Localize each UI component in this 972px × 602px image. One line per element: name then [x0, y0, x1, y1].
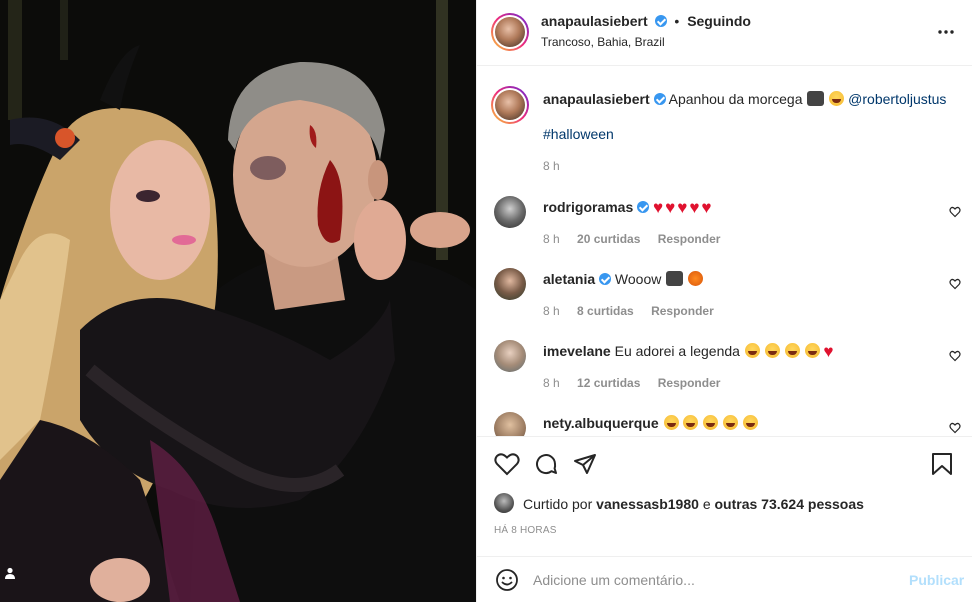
like-comment-heart-icon[interactable] — [949, 422, 961, 434]
commenter-avatar[interactable] — [494, 340, 526, 372]
comment-timestamp[interactable]: 8 h — [543, 376, 560, 390]
commenter-avatar[interactable] — [494, 412, 526, 436]
publish-button[interactable]: Publicar — [909, 572, 964, 588]
liked-by-username[interactable]: vanessasb1980 — [596, 496, 699, 512]
laughing-emoji-icon — [804, 343, 820, 358]
pumpkin-emoji-icon — [688, 271, 704, 286]
like-button[interactable] — [493, 450, 521, 478]
bat-emoji-icon — [666, 271, 684, 286]
caption-text: Apanhou da morcega — [668, 91, 803, 107]
caption-username[interactable]: anapaulasiebert — [543, 91, 650, 107]
bat-emoji-icon — [807, 91, 825, 106]
following-button[interactable]: Seguindo — [687, 13, 751, 29]
user-tag-icon — [5, 567, 15, 579]
verified-badge-icon — [653, 93, 666, 105]
laughing-emoji-icon — [744, 343, 760, 358]
commenter-avatar[interactable] — [494, 196, 526, 228]
like-comment-heart-icon[interactable] — [949, 350, 961, 362]
comment-likes[interactable]: 8 curtidas — [577, 304, 634, 318]
liked-by-label: Curtido por — [523, 496, 593, 512]
post-header: anapaulasiebert • Seguindo Trancoso, Bah… — [477, 0, 972, 66]
author-username[interactable]: anapaulasiebert — [541, 13, 648, 29]
verified-badge-icon — [654, 15, 667, 27]
author-avatar[interactable] — [491, 13, 529, 51]
commenter-avatar[interactable] — [494, 268, 526, 300]
red-heart-emoji-icon: ♥ — [665, 198, 676, 217]
laughing-emoji-icon — [743, 415, 759, 430]
instagram-post-modal: anapaulasiebert • Seguindo Trancoso, Bah… — [0, 0, 972, 602]
red-heart-emoji-icon: ♥ — [677, 198, 688, 217]
red-heart-emoji-icon: ♥ — [701, 198, 712, 217]
like-comment-heart-icon[interactable] — [949, 278, 961, 290]
verified-badge-icon — [637, 201, 650, 213]
comment-username[interactable]: nety.albuquerque — [543, 415, 659, 431]
tagged-users-button[interactable] — [4, 567, 24, 587]
bookmark-icon — [932, 453, 952, 475]
post-location[interactable]: Trancoso, Bahia, Brazil — [541, 35, 665, 49]
comment-username[interactable]: aletania — [543, 271, 595, 287]
red-heart-emoji-icon: ♥ — [653, 198, 664, 217]
laughing-emoji-icon — [703, 415, 719, 430]
red-heart-emoji-icon: ♥ — [823, 342, 834, 361]
comment-input[interactable] — [533, 570, 893, 590]
laughing-emoji-icon — [723, 415, 739, 430]
liker-avatar[interactable] — [494, 493, 514, 513]
comment-username[interactable]: rodrigoramas — [543, 199, 633, 215]
comment-composer: Publicar — [477, 556, 972, 602]
like-comment-heart-icon[interactable] — [949, 206, 961, 218]
comment-username[interactable]: imevelane — [543, 343, 611, 359]
caption-timestamp[interactable]: 8 h — [543, 159, 560, 173]
laughing-emoji-icon — [683, 415, 699, 430]
emoji-button[interactable] — [493, 566, 521, 594]
verified-badge-icon — [599, 273, 612, 285]
laughing-emoji-icon — [764, 343, 780, 358]
send-icon — [574, 454, 596, 474]
comment-icon — [536, 454, 557, 475]
heart-outline-icon — [494, 453, 520, 476]
comment-text: Eu adorei a legenda — [614, 343, 740, 359]
comment-timestamp[interactable]: 8 h — [543, 232, 560, 246]
reply-button[interactable]: Responder — [658, 376, 721, 390]
comment-likes[interactable]: 20 curtidas — [577, 232, 640, 246]
share-button[interactable] — [571, 450, 599, 478]
photo-illustration — [0, 0, 476, 602]
separator-dot: • — [674, 13, 680, 29]
comment-button[interactable] — [532, 450, 560, 478]
comment-likes[interactable]: 12 curtidas — [577, 376, 640, 390]
caption-hashtag-link[interactable]: #halloween — [543, 126, 614, 142]
post-details-panel: anapaulasiebert • Seguindo Trancoso, Bah… — [476, 0, 972, 602]
reply-button[interactable]: Responder — [658, 232, 721, 246]
comment-text: ♥ ♥ ♥ ♥ ♥ — [653, 198, 713, 217]
laughing-emoji-icon — [784, 343, 800, 358]
comments-list[interactable]: anapaulasiebert Apanhou da morcega @robe… — [477, 66, 972, 436]
save-button[interactable] — [928, 450, 956, 478]
laughing-emoji-icon — [663, 415, 679, 430]
caption-author-avatar[interactable] — [491, 86, 529, 124]
caption-mention-link[interactable]: @robertoljustus — [848, 91, 946, 107]
laughing-emoji-icon — [829, 91, 845, 106]
emoji-icon — [496, 569, 518, 591]
red-heart-emoji-icon: ♥ — [689, 198, 700, 217]
post-photo[interactable] — [0, 0, 476, 602]
comment-text: Wooow — [614, 271, 662, 287]
comment-timestamp[interactable]: 8 h — [543, 304, 560, 318]
post-actions: Curtido por vanessasb1980 e outras 73.62… — [477, 436, 972, 556]
reply-button[interactable]: Responder — [651, 304, 714, 318]
more-options-button[interactable] — [932, 18, 960, 46]
liked-by-others[interactable]: outras 73.624 pessoas — [715, 496, 864, 512]
likes-summary: Curtido por vanessasb1980 e outras 73.62… — [523, 496, 864, 512]
post-time-ago[interactable]: HÁ 8 HORAS — [494, 525, 557, 536]
liked-by-conjunction: e — [702, 496, 711, 512]
more-options-icon — [938, 30, 954, 34]
